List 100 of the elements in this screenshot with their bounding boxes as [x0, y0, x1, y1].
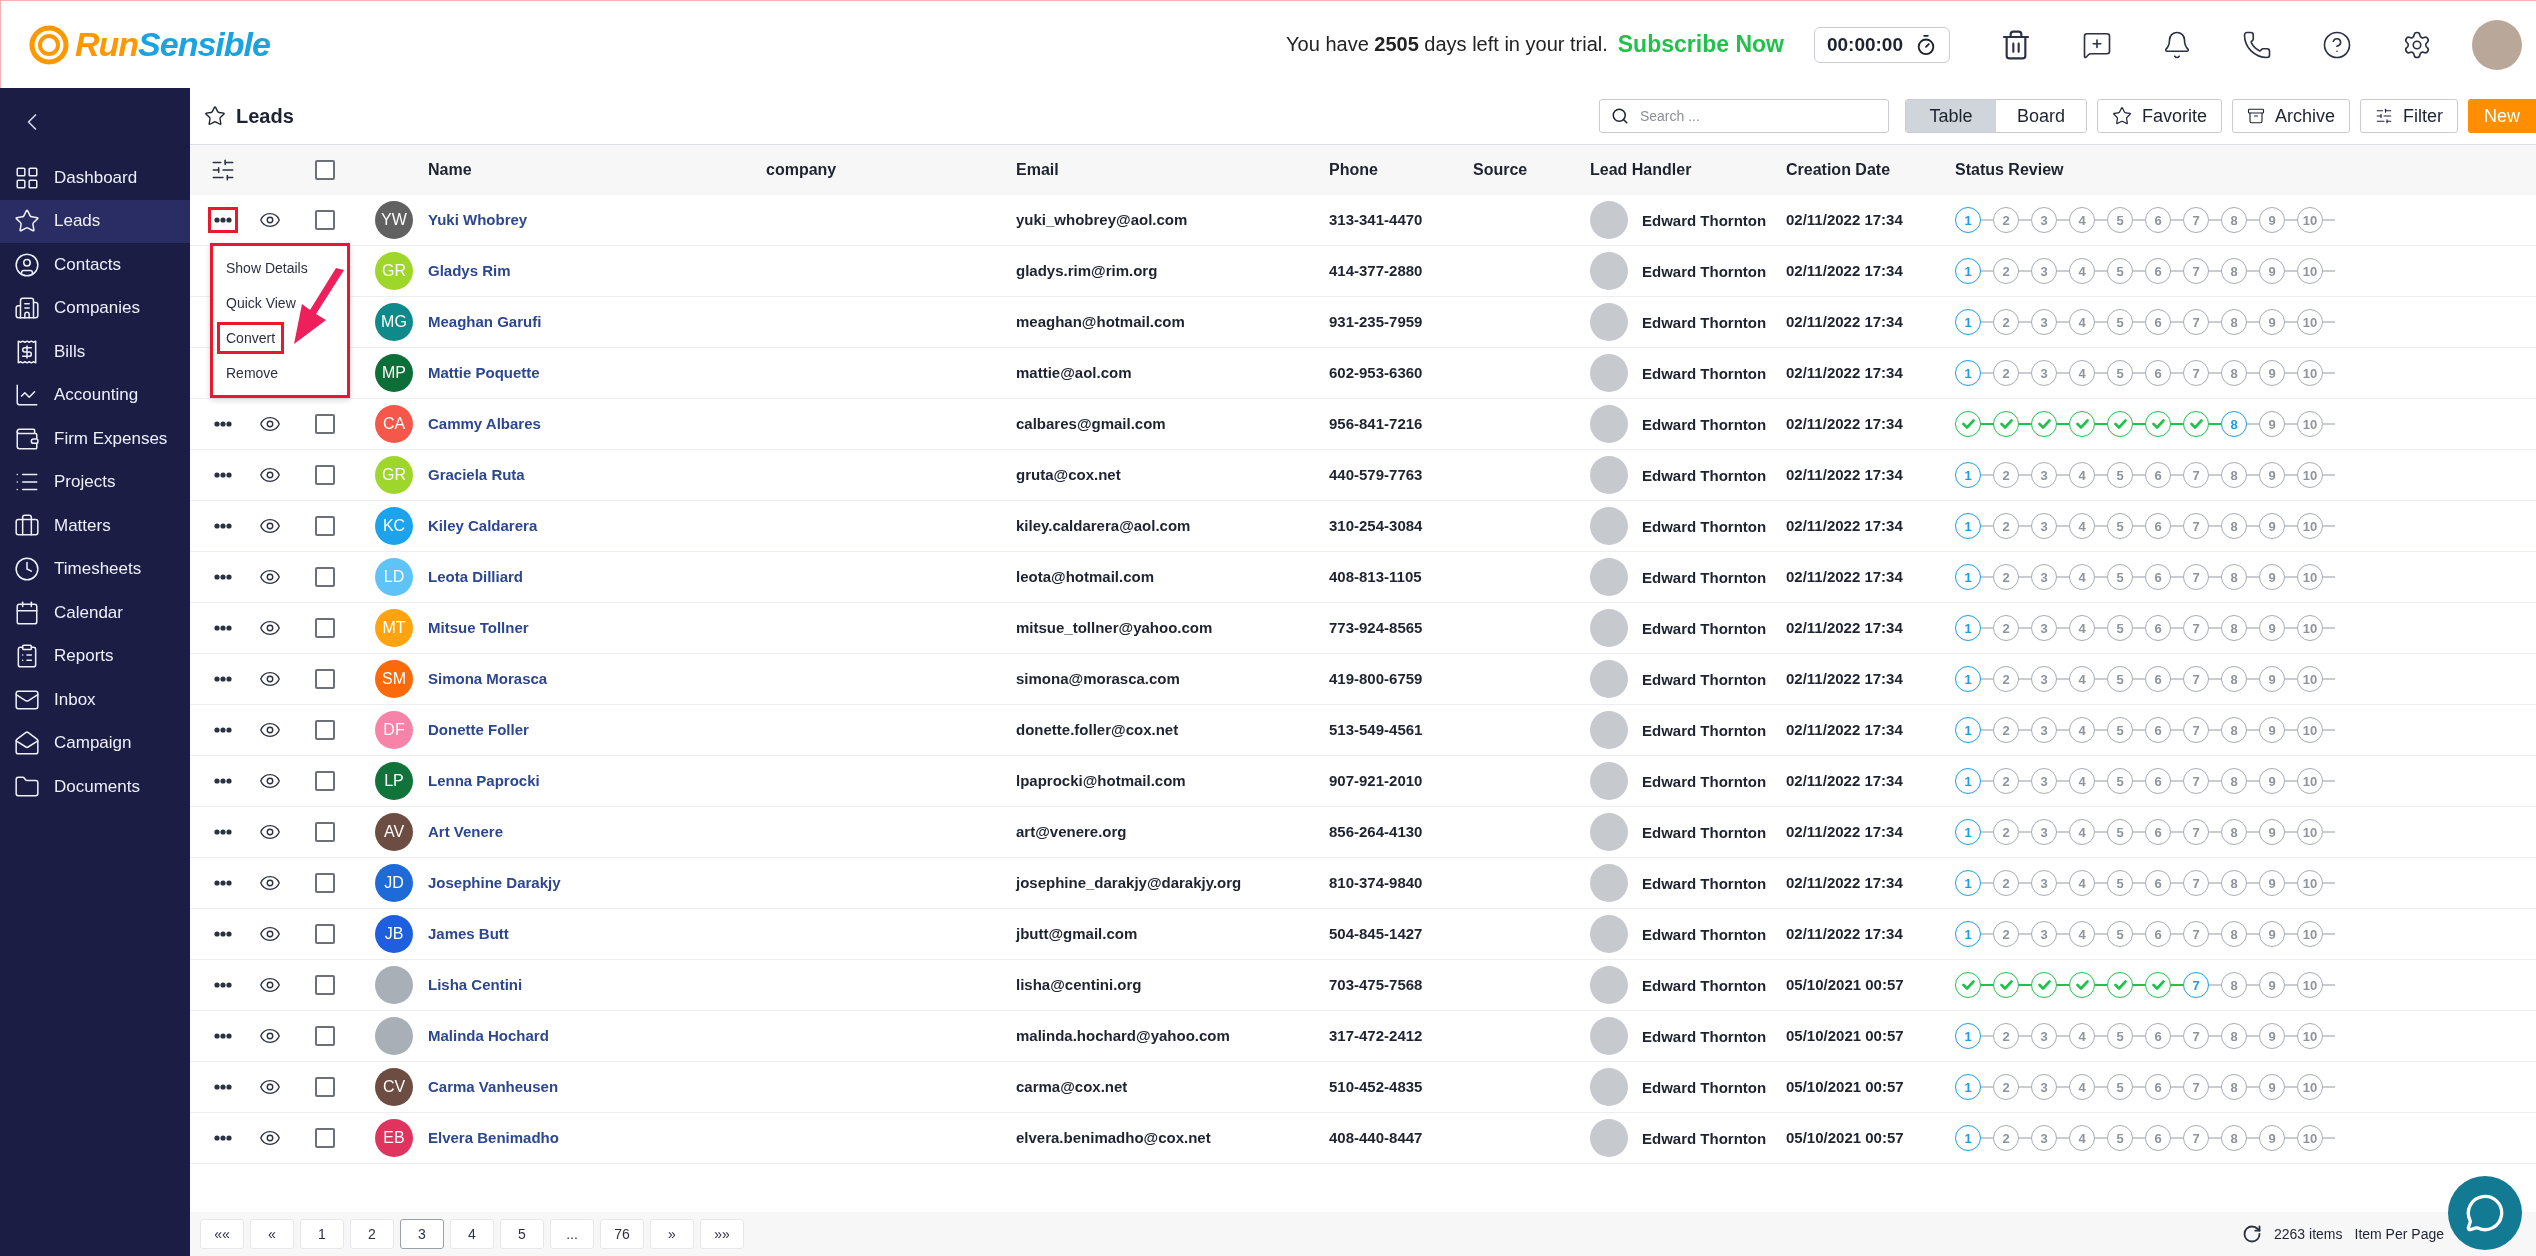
lead-name-link[interactable]: Meaghan Garufi	[428, 313, 542, 330]
row-checkbox[interactable]	[315, 1026, 335, 1046]
sidebar-item[interactable]: Campaign	[0, 721, 190, 765]
lead-name-link[interactable]: James Butt	[428, 925, 509, 942]
lead-name-link[interactable]: Leota Dilliard	[428, 568, 524, 585]
row-checkbox[interactable]	[315, 720, 335, 740]
page-button[interactable]: 5	[500, 1219, 544, 1249]
email-cell: calbares@gmail.com	[1016, 415, 1166, 432]
sidebar-item[interactable]: Documents	[0, 765, 190, 809]
status-step: 4	[2069, 207, 2095, 233]
settings-icon[interactable]	[2402, 29, 2432, 60]
page-button[interactable]: 4	[450, 1219, 494, 1249]
date-cell: 02/11/2022 17:34	[1786, 466, 1903, 483]
page-button[interactable]: 76	[600, 1219, 644, 1249]
help-icon[interactable]	[2322, 29, 2352, 60]
lead-name-link[interactable]: Kiley Caldarera	[428, 517, 538, 534]
initials-avatar: CA	[375, 405, 413, 443]
sidebar-item[interactable]: Bills	[0, 330, 190, 374]
lead-name-link[interactable]: Gladys Rim	[428, 262, 511, 279]
sidebar-item[interactable]: Reports	[0, 634, 190, 678]
lead-name-link[interactable]: Simona Morasca	[428, 670, 548, 687]
row-checkbox[interactable]	[315, 567, 335, 587]
page-button[interactable]: »	[650, 1219, 694, 1249]
sidebar-item[interactable]: Accounting	[0, 373, 190, 417]
lead-name-link[interactable]: Lisha Centini	[428, 976, 523, 993]
row-checkbox[interactable]	[315, 414, 335, 434]
sidebar-item[interactable]: Matters	[0, 504, 190, 548]
archive-button[interactable]: Archive	[2231, 99, 2350, 133]
page-button[interactable]: 2	[350, 1219, 394, 1249]
status-step: 3	[2031, 309, 2057, 335]
row-checkbox[interactable]	[315, 771, 335, 791]
lead-name-link[interactable]: Carma Vanheusen	[428, 1078, 559, 1095]
check-icon	[1999, 419, 2013, 429]
photo-placeholder	[375, 966, 413, 1004]
lead-name-link[interactable]: Yuki Whobrey	[428, 211, 528, 228]
status-step: 8	[2221, 972, 2247, 998]
row-checkbox[interactable]	[315, 975, 335, 995]
row-checkbox[interactable]	[315, 618, 335, 638]
row-checkbox[interactable]	[315, 210, 335, 230]
row-checkbox[interactable]	[315, 669, 335, 689]
date-cell: 02/11/2022 17:34	[1786, 517, 1903, 534]
sidebar-item[interactable]: Projects	[0, 460, 190, 504]
page-button[interactable]: «	[250, 1219, 294, 1249]
lead-name-link[interactable]: Mitsue Tollner	[428, 619, 529, 636]
lead-name-link[interactable]: Cammy Albares	[428, 415, 541, 432]
lead-name-link[interactable]: Malinda Hochard	[428, 1027, 549, 1044]
sidebar-item[interactable]: Contacts	[0, 243, 190, 287]
lead-name-link[interactable]: Mattie Poquette	[428, 364, 540, 381]
menu-item[interactable]: Convert	[217, 322, 285, 354]
status-step: 2	[1993, 462, 2019, 488]
page-button[interactable]: »»	[700, 1219, 744, 1249]
handler-name: Edward Thornton	[1642, 670, 1767, 688]
row-checkbox[interactable]	[315, 1077, 335, 1097]
status-step: 9	[2259, 717, 2285, 743]
page-button[interactable]: ««	[200, 1219, 244, 1249]
lead-name-link[interactable]: Josephine Darakjy	[428, 874, 561, 891]
refresh-icon[interactable]	[2242, 1224, 2262, 1244]
handler-avatar	[1590, 252, 1628, 290]
lead-name-link[interactable]: Elvera Benimadho	[428, 1129, 559, 1146]
email-cell: jbutt@gmail.com	[1016, 925, 1138, 942]
phone-cell: 773-924-8565	[1329, 619, 1423, 636]
lead-name-link[interactable]: Donette Foller	[428, 721, 529, 738]
status-step: 2	[1993, 1074, 2019, 1100]
search-field[interactable]: Search ...	[1598, 99, 1889, 133]
lead-name-link[interactable]: Lenna Paprocki	[428, 772, 540, 789]
status-step: 10	[2297, 309, 2323, 335]
status-step: 5	[2107, 1074, 2133, 1100]
row-checkbox[interactable]	[315, 873, 335, 893]
view-tab[interactable]: Table	[1905, 100, 1996, 132]
logo-text: Run	[75, 25, 139, 64]
select-all-checkbox[interactable]	[315, 160, 335, 180]
page-button[interactable]: 1	[300, 1219, 344, 1249]
email-cell: lisha@centini.org	[1016, 976, 1142, 993]
sidebar-item[interactable]: Timesheets	[0, 547, 190, 591]
page-button[interactable]: 3	[400, 1219, 444, 1249]
status-step: 6	[2145, 1023, 2171, 1049]
phone-icon[interactable]	[2242, 29, 2272, 60]
page-button[interactable]: ...	[550, 1219, 594, 1249]
more-button[interactable]	[207, 207, 238, 233]
favorite-button[interactable]: Favorite	[2096, 99, 2222, 133]
row-checkbox[interactable]	[315, 516, 335, 536]
chart-icon	[14, 382, 40, 409]
row-checkbox[interactable]	[315, 465, 335, 485]
sidebar-item[interactable]: Inbox	[0, 678, 190, 722]
trash-icon[interactable]	[2000, 28, 2032, 61]
lead-name-link[interactable]: Art Venere	[428, 823, 504, 840]
bell-icon[interactable]	[2162, 29, 2192, 60]
filter-button[interactable]: Filter	[2360, 99, 2458, 133]
sidebar-item[interactable]: Dashboard	[0, 156, 190, 200]
status-step: 7	[2183, 615, 2209, 641]
row-checkbox[interactable]	[315, 1128, 335, 1148]
row-checkbox[interactable]	[315, 822, 335, 842]
lead-name-link[interactable]: Graciela Ruta	[428, 466, 525, 483]
row-checkbox[interactable]	[315, 924, 335, 944]
timer[interactable]: 00:00:00	[1813, 26, 1950, 63]
sidebar-item[interactable]: Leads	[0, 199, 190, 243]
sidebar-item[interactable]: Firm Expenses	[0, 417, 190, 461]
sidebar-item[interactable]: Companies	[0, 286, 190, 330]
status-step: 4	[2069, 870, 2095, 896]
sidebar-item[interactable]: Calendar	[0, 591, 190, 635]
